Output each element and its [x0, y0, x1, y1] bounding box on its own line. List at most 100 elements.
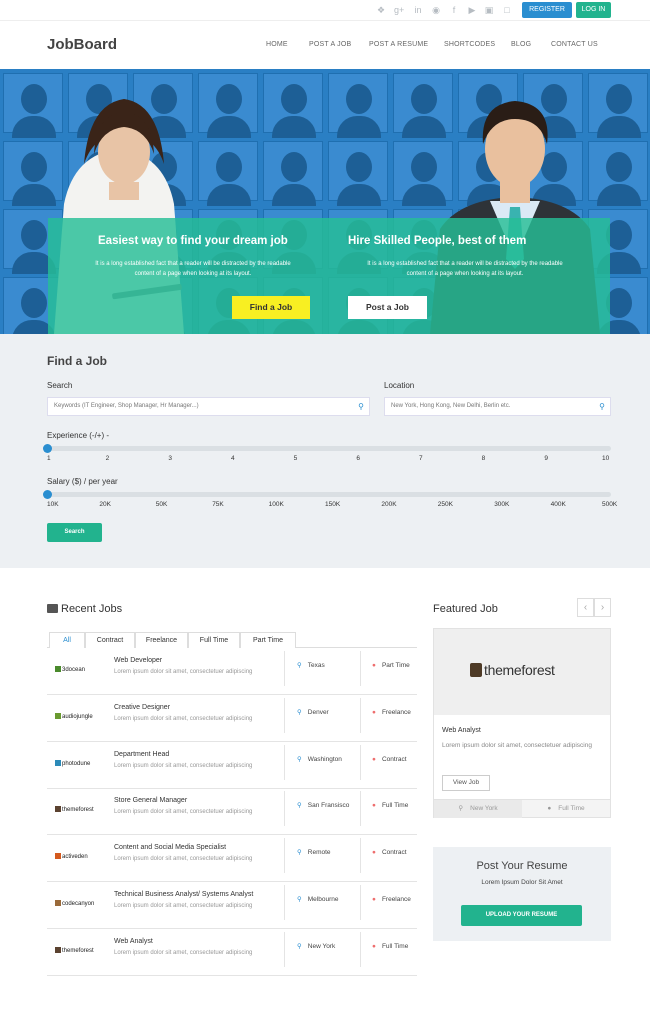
tile-body-shape [337, 116, 381, 138]
location-input[interactable]: New York, Hong Kong, New Delhi, Berlin e… [384, 397, 611, 416]
user-icon: ● [547, 805, 552, 812]
job-title[interactable]: Web Analyst [114, 938, 153, 945]
divider [284, 791, 285, 827]
map-pin-icon: ⚲ [297, 802, 302, 810]
slider-tick-label: 10 [602, 455, 610, 462]
vimeo-icon[interactable]: ▣ [484, 5, 494, 15]
job-description: Lorem ipsum dolor sit amet, consectetuer… [114, 715, 253, 722]
featured-prev-arrow[interactable]: ‹ [577, 598, 594, 617]
job-filter-tabs: All Contract Freelance Full Time Part Ti… [47, 632, 417, 648]
job-row[interactable]: activeden Content and Social Media Specia… [47, 835, 417, 883]
nav-blog[interactable]: BLOG [511, 41, 531, 48]
featured-next-arrow[interactable]: › [594, 598, 611, 617]
company-logo: 3docean [55, 666, 85, 673]
vine-icon[interactable]: □ [502, 5, 512, 15]
company-logo: photodune [55, 759, 91, 767]
company-logo-mark-icon [55, 900, 61, 906]
briefcase-icon [47, 604, 58, 613]
pinterest-icon[interactable]: ◉ [431, 5, 441, 15]
company-logo: themeforest [55, 946, 94, 954]
job-description: Lorem ipsum dolor sit amet, consectetuer… [114, 949, 253, 956]
job-title[interactable]: Technical Business Analyst/ Systems Anal… [114, 891, 253, 898]
register-button[interactable]: REGISTER [522, 2, 572, 18]
featured-job-name[interactable]: Web Analyst [442, 727, 481, 734]
job-type-text: Part Time [381, 662, 410, 669]
slider-tick-label: 7 [419, 455, 423, 462]
job-location-text: New York [307, 942, 336, 950]
nav-post-a-resume[interactable]: POST A RESUME [369, 41, 428, 48]
job-title[interactable]: Content and Social Media Specialist [114, 844, 226, 851]
slider-tick-label: 250K [437, 501, 453, 508]
site-logo[interactable]: JobBoard [47, 36, 117, 53]
job-row[interactable]: themeforest Store General Manager Lorem ip… [47, 788, 417, 836]
job-type: ● Full Time [372, 943, 408, 950]
hero-right-text-line2: content of a page when looking at its la… [406, 271, 524, 277]
salary-slider[interactable] [43, 490, 611, 499]
upload-resume-button[interactable]: UPLOAD YOUR RESUME [461, 905, 582, 926]
recent-jobs-title: Recent Jobs [61, 603, 123, 615]
company-logo: codecanyon [55, 900, 94, 907]
job-row[interactable]: codecanyon Technical Business Analyst/ Sy… [47, 882, 417, 929]
company-logo-mark-icon [55, 666, 61, 672]
user-icon: ● [372, 849, 376, 857]
recent-jobs-heading: Recent Jobs [47, 603, 122, 615]
view-job-button[interactable]: View Job [442, 775, 490, 791]
divider [284, 651, 285, 686]
job-title[interactable]: Web Developer [114, 657, 162, 664]
nav-home[interactable]: HOME [266, 41, 288, 48]
login-button[interactable]: LOG IN [576, 2, 611, 18]
search-button[interactable]: Search [47, 523, 102, 542]
slider-tick-label: 400K [550, 501, 566, 508]
featured-job-title: Featured Job [433, 603, 498, 615]
map-pin-icon: ⚲ [297, 896, 302, 903]
nav-post-a-job[interactable]: POST A JOB [309, 41, 351, 48]
map-pin-icon: ⚲ [297, 942, 302, 950]
tab-part-time[interactable]: Part Time [240, 632, 296, 648]
job-location: ⚲ San Fransisco [297, 801, 349, 809]
job-title[interactable]: Department Head [114, 751, 169, 758]
search-input[interactable]: Keywords (IT Engineer, Shop Manager, Hr … [47, 397, 370, 416]
map-pin-icon: ⚲ [297, 662, 302, 669]
job-type-text: Contract [381, 849, 407, 857]
experience-label: Experience (-/+) - [47, 431, 110, 440]
company-logo-text: themeforest [62, 807, 94, 814]
slider-tick-label: 9 [544, 455, 548, 462]
featured-location-text: New York [470, 805, 498, 812]
hero-photo-tile [263, 141, 323, 206]
tab-freelance[interactable]: Freelance [135, 632, 188, 648]
job-row[interactable]: photodune Department Head Lorem ipsum dolo… [47, 742, 417, 789]
twitter-icon[interactable]: ❖ [376, 5, 386, 15]
job-title[interactable]: Creative Designer [114, 704, 170, 711]
job-row[interactable]: audiojungle Creative Designer Lorem ipsum … [47, 695, 417, 742]
divider [360, 885, 361, 920]
tab-all[interactable]: All [49, 632, 85, 648]
hero-right-text-line1: It is a long established fact that a rea… [367, 261, 563, 267]
company-logo-mark-icon [55, 712, 61, 719]
job-type: ● Full Time [372, 802, 408, 809]
themeforest-logo-text: themeforest [484, 662, 555, 678]
find-a-job-button[interactable]: Find a Job [232, 296, 310, 319]
google-plus-icon[interactable]: g+ [394, 5, 404, 15]
job-location-text: San Fransisco [307, 802, 350, 810]
nav-contact-us[interactable]: CONTACT US [551, 41, 598, 48]
divider [284, 838, 285, 874]
post-a-job-button[interactable]: Post a Job [348, 296, 427, 319]
job-row[interactable]: themeforest Web Analyst Lorem ipsum dolor … [47, 929, 417, 976]
experience-slider-handle[interactable] [43, 444, 52, 453]
job-location-text: Remote [307, 849, 331, 857]
company-logo-text: photodune [62, 760, 91, 767]
youtube-icon[interactable]: ▶ [467, 5, 477, 15]
linkedin-icon[interactable]: in [413, 5, 423, 15]
experience-slider[interactable] [43, 444, 611, 453]
job-title[interactable]: Store General Manager [114, 797, 187, 804]
job-row[interactable]: 3docean Web Developer Lorem ipsum dolor si… [47, 648, 417, 695]
nav-shortcodes[interactable]: SHORTCODES [444, 41, 495, 48]
facebook-icon[interactable]: f [449, 5, 459, 15]
tab-contract[interactable]: Contract [85, 632, 135, 648]
tab-full-time[interactable]: Full Time [188, 632, 240, 648]
job-type-text: Full Time [381, 802, 409, 810]
salary-slider-handle[interactable] [43, 490, 52, 499]
tile-head-shape [216, 84, 242, 114]
user-icon: ● [372, 802, 376, 810]
themeforest-logo: themeforest [470, 662, 555, 678]
